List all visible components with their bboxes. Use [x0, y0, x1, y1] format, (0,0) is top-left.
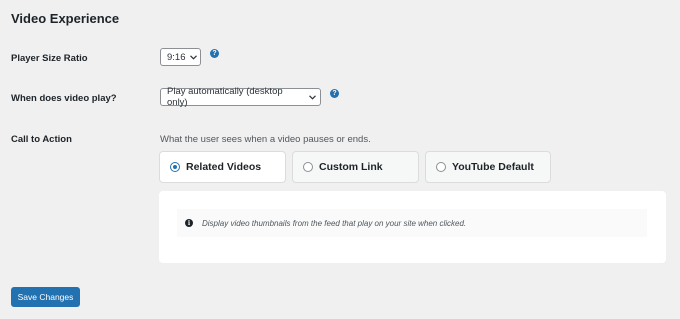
option-custom-link[interactable]: Custom Link	[292, 151, 419, 183]
call-to-action-label: Call to Action	[11, 134, 72, 145]
option-label: Related Videos	[186, 161, 262, 173]
radio-related-videos[interactable]	[170, 162, 180, 172]
option-related-videos[interactable]: Related Videos	[159, 151, 286, 183]
player-size-label: Player Size Ratio	[11, 53, 88, 64]
chevron-down-icon	[189, 54, 197, 60]
player-size-value: 9:16	[167, 51, 186, 63]
question-icon[interactable]: ?	[210, 49, 219, 58]
save-changes-button[interactable]: Save Changes	[11, 287, 80, 307]
radio-youtube-default[interactable]	[436, 162, 446, 172]
option-label: Custom Link	[319, 161, 383, 173]
call-to-action-description: What the user sees when a video pauses o…	[160, 134, 371, 145]
video-play-select[interactable]: Play automatically (desktop only)	[160, 86, 321, 108]
video-play-value: Play automatically (desktop only)	[167, 86, 283, 108]
section-title: Video Experience	[11, 11, 120, 26]
notice-text: Display video thumbnails from the feed t…	[202, 218, 467, 228]
radio-custom-link[interactable]	[303, 162, 313, 172]
chevron-down-icon	[309, 94, 316, 100]
option-youtube-default[interactable]: YouTube Default	[425, 151, 551, 183]
info-icon: i	[185, 219, 193, 227]
video-play-label: When does video play?	[11, 93, 117, 104]
option-label: YouTube Default	[452, 161, 534, 173]
question-icon[interactable]: ?	[330, 89, 339, 98]
option-details-panel: i Display video thumbnails from the feed…	[159, 191, 666, 263]
player-size-select[interactable]: 9:16	[160, 48, 201, 66]
info-notice: i Display video thumbnails from the feed…	[177, 209, 647, 237]
